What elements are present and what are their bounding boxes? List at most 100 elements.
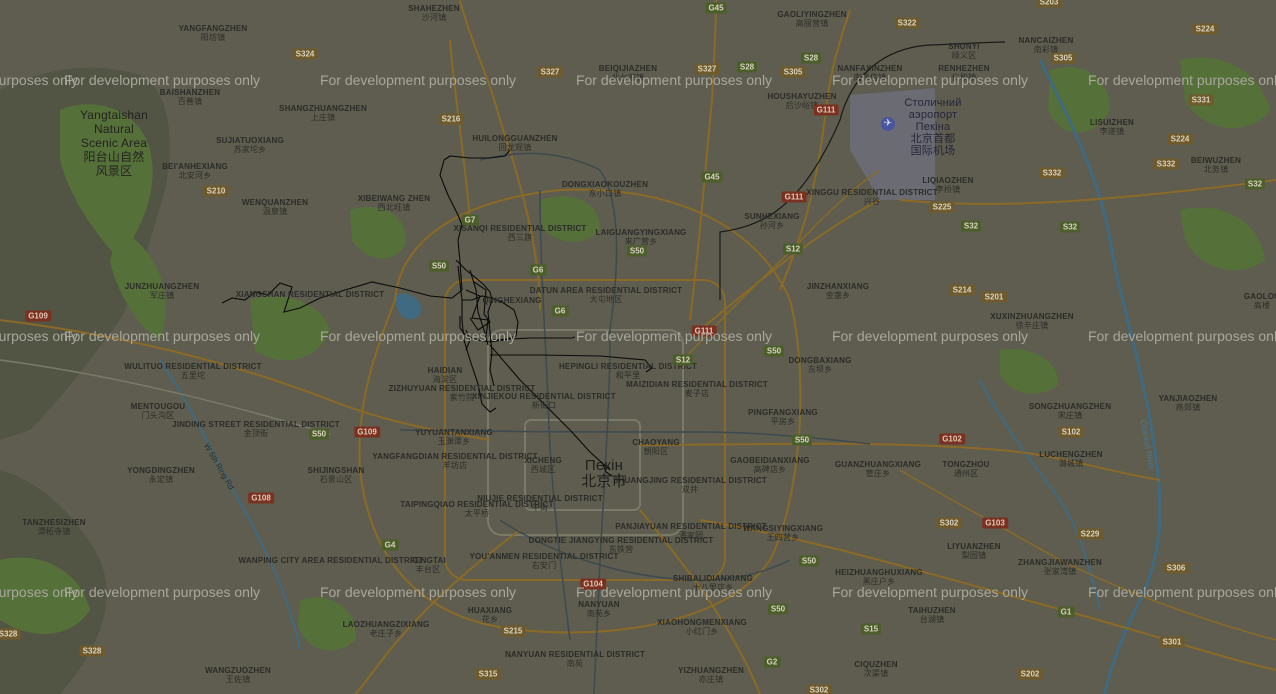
place-label[interactable]: GAOLOU高楼 [1244,292,1276,310]
place-name-en: WANGSIYINGXIANG [742,524,824,533]
place-label[interactable]: WANGSIYINGXIANG 王四营乡 [743,524,823,542]
city-label-beijing[interactable]: Пекін 北京市 [581,458,627,490]
place-name-en: SHUANGJING RESIDENTIAL DISTRICT [612,476,768,485]
place-label[interactable]: XICHENG 西城区 [524,456,562,474]
place-label[interactable]: XIAOHONGMENXIANG 小红门乡 [657,618,747,636]
place-name-en: QINGHEXIANG [482,296,542,305]
place-label[interactable]: GUANZHUANGXIANG 管庄乡 [835,460,921,478]
place-name-cn: 潞城镇 [1058,459,1084,468]
place-label[interactable]: LUCHENGZHEN 潞城镇 [1039,450,1103,468]
place-name-en: JUNZHUANGZHEN [124,282,200,291]
place-label[interactable]: NIUJIE RESIDENTIAL DISTRICT 牛街 [477,494,603,512]
place-name-en: NIUJIE RESIDENTIAL DISTRICT [477,494,603,503]
place-label[interactable]: LISUIZHEN 李遂镇 [1090,118,1134,136]
place-name-cn: 平房乡 [770,417,796,426]
place-name-cn: 张家湾镇 [1043,567,1077,576]
place-label[interactable]: XINJIEKOU RESIDENTIAL DISTRICT 新街口 [472,392,616,410]
place-name-cn: 南苑 [566,659,584,668]
place-label[interactable]: TANZHESIZHEN 潭柘寺镇 [22,518,86,536]
road-shield: S50 [798,555,820,567]
place-label[interactable]: XISANQI RESIDENTIAL DISTRICT 西三旗 [453,224,586,242]
place-label[interactable]: MAIZIDIAN RESIDENTIAL DISTRICT 麦子店 [626,380,768,398]
place-label[interactable]: SHUANGJING RESIDENTIAL DISTRICT 双井 [613,476,767,494]
road-shield: S28 [800,52,822,64]
road-shield: S202 [1017,668,1043,680]
place-label[interactable]: JUNZHUANGZHEN 军庄镇 [125,282,200,300]
place-label[interactable]: DONGXIAOKOUZHEN 东小口镇 [562,180,648,198]
place-label[interactable]: SUJIATUOXIANG 苏家坨乡 [216,136,284,154]
place-label[interactable]: MENTOUGOU 门头沟区 [131,402,186,420]
road-shield: G2 [763,656,781,668]
place-label[interactable]: NANYUAN 南苑乡 [578,600,619,618]
place-label[interactable]: GAOLIYINGZHEN 高丽营镇 [777,10,846,28]
place-label[interactable]: WULITUO RESIDENTIAL DISTRICT 五里坨 [124,362,261,380]
place-label[interactable]: LAIGUANGYINGXIANG 来广营乡 [596,228,687,246]
place-label[interactable]: WANPING CITY AREA RESIDENTIAL DISTRICT [239,556,424,565]
place-label[interactable]: SHANGZHUANGZHEN 上庄镇 [279,104,367,122]
place-label[interactable]: ZHANGJIAWANZHEN 张家湾镇 [1018,558,1102,576]
place-label[interactable]: CHAOYANG 朝阳区 [632,438,680,456]
place-label[interactable]: YANGFANGDIAN RESIDENTIAL DISTRICT 羊坊店 [372,452,537,470]
place-name-en: SHAHEZHEN [408,4,460,13]
road-shield: S102 [1058,426,1084,438]
place-name-en: YIZHUANGZHEN [678,666,744,675]
place-label[interactable]: TONGZHOU 通州区 [942,460,989,478]
place-label[interactable]: YANJIAOZHEN 燕郊镇 [1159,394,1218,412]
place-label[interactable]: CIQUZHEN 次渠镇 [854,660,897,678]
place-name-cn: 通州区 [953,469,979,478]
airport-icon[interactable]: ✈ [881,117,895,131]
place-label[interactable]: JINZHANXIANG 金盏乡 [807,282,869,300]
road-shield: S50 [791,434,813,446]
place-label[interactable]: QINGHEXIANG [482,296,541,305]
place-label[interactable]: PINGFANGXIANG 平房乡 [748,408,818,426]
place-label[interactable]: GAOBEIDIANXIANG 高碑店乡 [730,456,809,474]
place-name-en: DATUN AREA RESIDENTIAL DISTRICT [529,286,683,295]
place-label[interactable]: DONGBAXIANG 东坝乡 [788,356,851,374]
place-label[interactable]: SHIJINGSHAN 石景山区 [308,466,365,484]
place-label[interactable]: HUAXIANG 花乡 [468,606,512,624]
place-name-cn: 小红门乡 [685,627,719,636]
place-label[interactable]: HAIDIAN 海淀区 [428,366,463,384]
place-label[interactable]: YOU'ANMEN RESIDENTIAL DISTRICT 右安门 [469,552,618,570]
place-label[interactable]: DATUN AREA RESIDENTIAL DISTRICT 大屯地区 [530,286,682,304]
place-name-en: SONGZHUANGZHEN [1028,402,1112,411]
place-name-cn: 王佐镇 [225,675,251,684]
dev-watermark: For development purposes only [575,72,773,88]
place-label[interactable]: LAOZHUANGZIXIANG 老庄子乡 [343,620,430,638]
place-name-en: NANCAIZHEN [1018,36,1074,45]
place-label[interactable]: XIANGSHAN RESIDENTIAL DISTRICT [236,290,385,299]
place-label[interactable]: SUNHEXIANG 孙河乡 [744,212,799,230]
place-label[interactable]: HUILONGGUANZHEN 回龙观镇 [472,134,557,152]
place-name-cn: 右安门 [531,561,557,570]
road-shield: S201 [981,291,1007,303]
place-label[interactable]: XIBEIWANG ZHEN 西北旺镇 [358,194,431,212]
road-shield: S324 [292,48,318,60]
place-label[interactable]: SONGZHUANGZHEN 宋庄镇 [1029,402,1111,420]
place-name-en: BAISHANZHEN [159,88,221,97]
place-name-cn: 军庄镇 [149,291,175,300]
road-shield: S306 [1163,562,1189,574]
place-label[interactable]: BEI'ANHEXIANG 北安河乡 [162,162,228,180]
place-name-en: SHANGZHUANGZHEN [279,104,367,113]
place-label[interactable]: WENQUANZHEN 温泉镇 [242,198,308,216]
road-shield: S305 [780,66,806,78]
road-shield: S50 [428,260,450,272]
place-label[interactable]: YANGFANGZHEN 阳坊镇 [179,24,248,42]
place-label[interactable]: YIZHUANGZHEN 亦庄镇 [678,666,744,684]
place-label[interactable]: XINGGU RESIDENTIAL DISTRICT 兴谷 [806,188,937,206]
road-shield: S224 [1167,133,1193,145]
place-label[interactable]: YONGDINGZHEN 永定镇 [127,466,195,484]
place-label[interactable]: NANYUAN RESIDENTIAL DISTRICT 南苑 [505,650,645,668]
place-label[interactable]: SHUNYI 顺义区 [948,42,979,60]
place-label[interactable]: BEIWUZHEN 北务镇 [1191,156,1241,174]
road-shield: S301 [1159,636,1185,648]
place-name-cn: 梨园镇 [961,551,987,560]
place-label[interactable]: YUYUANTANXIANG 玉渊潭乡 [415,428,493,446]
map-canvas[interactable]: SHAHEZHEN 沙河镇 YANGFANGZHEN 阳坊镇 GAOLIYINGZHEN… [0,0,1276,694]
place-label[interactable]: TAIHUZHEN 台湖镇 [908,606,955,624]
place-label[interactable]: NANCAIZHEN 南彩镇 [1019,36,1074,54]
place-label[interactable]: SHAHEZHEN 沙河镇 [408,4,460,22]
place-label[interactable]: BAISHANZHEN 百善镇 [160,88,220,106]
place-label[interactable]: LIYUANZHEN 梨园镇 [947,542,1001,560]
place-label[interactable]: WANGZUOZHEN 王佐镇 [205,666,271,684]
